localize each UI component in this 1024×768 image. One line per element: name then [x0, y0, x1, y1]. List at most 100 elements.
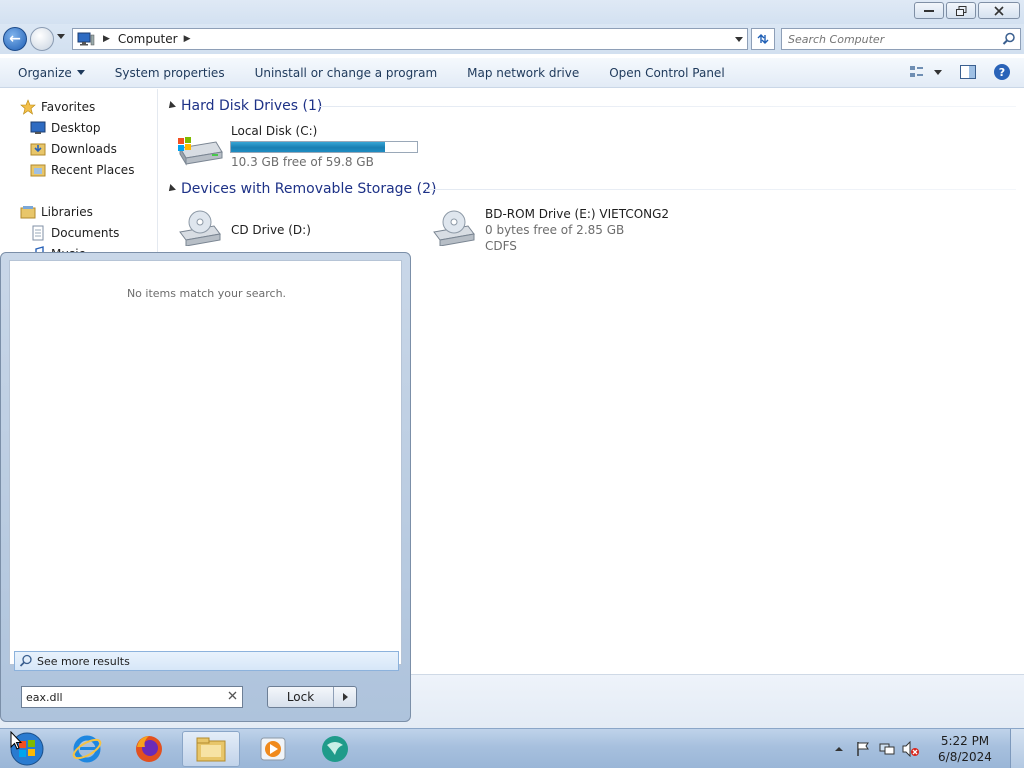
- back-arrow-icon: ←: [9, 31, 21, 47]
- nav-desktop-label: Desktop: [51, 121, 101, 135]
- nav-desktop[interactable]: Desktop: [30, 118, 101, 138]
- computer-icon: [77, 32, 95, 46]
- forward-button[interactable]: [30, 27, 54, 51]
- restore-icon: [955, 5, 966, 16]
- flag-icon: [857, 742, 869, 756]
- organize-menu[interactable]: Organize: [0, 58, 100, 88]
- search-input[interactable]: [788, 30, 998, 48]
- chevron-down-icon: [76, 70, 85, 75]
- group-removable-storage[interactable]: Devices with Removable Storage (2): [166, 179, 437, 199]
- organize-label: Organize: [18, 65, 72, 80]
- show-desktop-button[interactable]: [1010, 729, 1024, 768]
- system-properties-button[interactable]: System properties: [100, 58, 240, 88]
- mouse-cursor-icon: [10, 731, 22, 750]
- lock-split-button: Lock: [267, 686, 357, 708]
- title-bar[interactable]: [0, 0, 1024, 24]
- address-history-dropdown[interactable]: [735, 37, 743, 42]
- refresh-icon: [757, 34, 769, 44]
- notification-area: 5:22 PM 6/8/2024: [824, 729, 1024, 768]
- close-button[interactable]: [978, 2, 1020, 19]
- firefox-taskbar-button[interactable]: [120, 731, 178, 767]
- network-button[interactable]: [878, 740, 896, 758]
- downloads-folder-icon: [30, 143, 46, 156]
- volume-button[interactable]: [902, 740, 920, 758]
- clear-search-button[interactable]: [228, 689, 237, 703]
- internet-explorer-taskbar-button[interactable]: [58, 731, 116, 767]
- hard-drive-icon: [178, 137, 223, 166]
- nav-favorites[interactable]: Favorites: [20, 97, 95, 117]
- minimize-button[interactable]: [914, 2, 944, 19]
- taskbar: 5:22 PM 6/8/2024: [0, 728, 1024, 768]
- help-button[interactable]: ?: [992, 62, 1012, 82]
- shutdown-options-button[interactable]: [334, 693, 356, 701]
- cd-drive-name: CD Drive (D:): [231, 223, 311, 237]
- local-disk-usage-fill: [231, 142, 386, 152]
- nav-libraries[interactable]: Libraries: [20, 202, 93, 222]
- close-icon: [228, 691, 237, 700]
- volume-muted-icon: [902, 741, 919, 757]
- recent-pages-dropdown[interactable]: [57, 34, 65, 39]
- nav-recent-places-label: Recent Places: [51, 163, 135, 177]
- view-controls: ?: [908, 62, 1012, 82]
- network-icon: [879, 743, 895, 755]
- open-control-panel-button[interactable]: Open Control Panel: [594, 58, 739, 88]
- uninstall-program-button[interactable]: Uninstall or change a program: [240, 58, 453, 88]
- system-clock[interactable]: 5:22 PM 6/8/2024: [928, 733, 1002, 765]
- folder-icon: [196, 737, 226, 762]
- restore-button[interactable]: [946, 2, 976, 19]
- nav-favorites-label: Favorites: [41, 100, 96, 114]
- group-hard-disk-label: Hard Disk Drives (1): [181, 98, 323, 114]
- lock-button[interactable]: Lock: [268, 687, 334, 707]
- local-disk-name: Local Disk (C:): [231, 124, 318, 138]
- nav-libraries-label: Libraries: [41, 205, 93, 219]
- chevron-right-icon: [342, 693, 348, 701]
- search-results-panel: No items match your search. See more res…: [9, 260, 402, 671]
- windows-explorer-taskbar-button[interactable]: [182, 731, 240, 767]
- address-bar-row: ← ▶ Computer ▶: [0, 24, 1024, 54]
- start-search-input[interactable]: [26, 690, 222, 704]
- start-menu: No items match your search. See more res…: [0, 252, 411, 722]
- nav-recent-places[interactable]: Recent Places: [30, 160, 134, 180]
- group-hard-disk-drives[interactable]: Hard Disk Drives (1): [166, 96, 323, 116]
- app-taskbar-button[interactable]: [306, 731, 364, 767]
- action-center-button[interactable]: [854, 740, 872, 758]
- refresh-button[interactable]: [751, 28, 775, 50]
- libraries-icon: [20, 206, 36, 219]
- start-search-box[interactable]: [21, 686, 243, 708]
- firefox-icon: [136, 736, 162, 762]
- chevron-up-icon: [835, 747, 843, 751]
- clock-time: 5:22 PM: [940, 734, 990, 748]
- back-button[interactable]: ←: [3, 27, 27, 51]
- map-network-drive-button[interactable]: Map network drive: [452, 58, 594, 88]
- search-box[interactable]: [781, 28, 1021, 50]
- help-icon: ?: [994, 64, 1010, 80]
- change-view-button[interactable]: [908, 62, 944, 82]
- show-hidden-icons-button[interactable]: [830, 740, 848, 758]
- app-globe-icon: [322, 736, 348, 762]
- svg-text:?: ?: [999, 66, 1005, 79]
- search-icon: [19, 654, 32, 667]
- nav-downloads[interactable]: Downloads: [30, 139, 117, 159]
- breadcrumb-separator[interactable]: ▶: [184, 34, 191, 44]
- recent-places-icon: [30, 164, 46, 177]
- preview-pane-button[interactable]: [958, 62, 978, 82]
- close-icon: [994, 5, 1004, 16]
- see-more-results-link[interactable]: See more results: [14, 651, 399, 671]
- nav-documents[interactable]: Documents: [30, 223, 119, 243]
- group-removable-label: Devices with Removable Storage (2): [181, 181, 437, 197]
- cd-drive-icon: [179, 210, 221, 246]
- documents-icon: [32, 225, 44, 241]
- collapse-triangle-icon: [166, 101, 176, 111]
- window-controls: [914, 2, 1020, 19]
- media-player-taskbar-button[interactable]: [244, 731, 302, 767]
- internet-explorer-icon: [72, 735, 102, 763]
- nav-documents-label: Documents: [51, 226, 120, 240]
- group-divider: [426, 189, 1016, 190]
- media-player-icon: [260, 737, 286, 761]
- view-options-icon: [910, 66, 942, 77]
- minimize-icon: [924, 9, 934, 12]
- breadcrumb-computer[interactable]: Computer: [118, 32, 178, 46]
- see-more-results-label: See more results: [37, 654, 130, 668]
- breadcrumb-separator[interactable]: ▶: [103, 34, 110, 44]
- address-box[interactable]: ▶ Computer ▶: [72, 28, 748, 50]
